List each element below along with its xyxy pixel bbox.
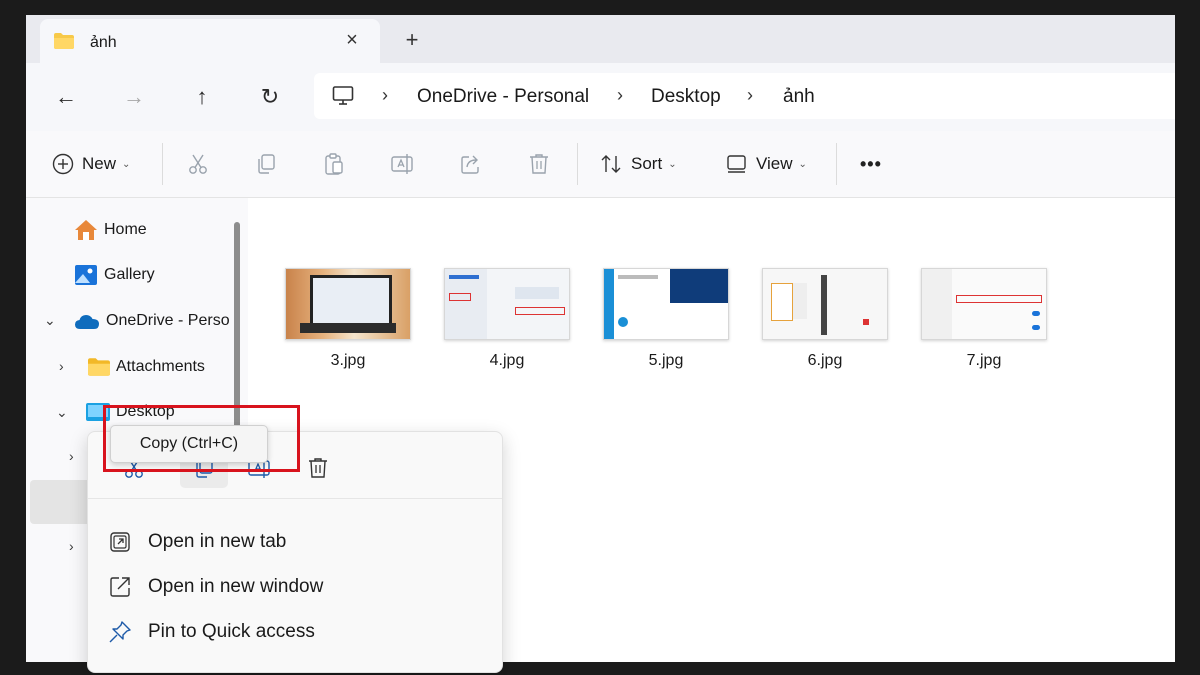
- sidebar-item-onedrive[interactable]: OneDrive - Perso: [74, 306, 230, 336]
- image-thumbnail: [285, 268, 411, 340]
- sidebar-item-attachments[interactable]: Attachments: [88, 352, 205, 382]
- breadcrumb-current-folder[interactable]: ảnh: [783, 86, 815, 108]
- more-options-icon: •••: [860, 153, 882, 174]
- navigation-bar: ← → ↑ ↻ › OneDrive - Personal › Desktop …: [26, 63, 1175, 131]
- more-options-button[interactable]: •••: [860, 151, 882, 177]
- view-label: View: [756, 154, 793, 173]
- sidebar-item-home[interactable]: Home: [74, 215, 147, 245]
- sidebar-item-label: Home: [104, 221, 147, 238]
- scissors-icon: [189, 154, 207, 174]
- sidebar-item-label: OneDrive - Perso: [106, 312, 230, 329]
- menu-item-label: Open in new tab: [148, 531, 287, 552]
- clipboard-icon: [325, 153, 343, 175]
- file-item[interactable]: 7.jpg: [921, 268, 1047, 370]
- menu-item-label: Open in new window: [148, 576, 324, 597]
- this-pc-icon[interactable]: [332, 85, 354, 107]
- tab-anh[interactable]: ảnh ×: [40, 19, 380, 63]
- breadcrumb-desktop[interactable]: Desktop: [651, 86, 721, 108]
- toolbar-divider: [577, 143, 578, 185]
- breadcrumb-separator[interactable]: ›: [617, 85, 623, 106]
- copy-button[interactable]: [254, 151, 278, 177]
- delete-button[interactable]: [527, 151, 551, 177]
- file-item[interactable]: 4.jpg: [444, 268, 570, 370]
- folder-icon: [88, 358, 110, 376]
- image-thumbnail: [603, 268, 729, 340]
- toolbar-divider: [162, 143, 163, 185]
- sidebar-item-label: Gallery: [104, 266, 155, 283]
- chevron-down-icon: ⌄: [668, 158, 677, 170]
- open-new-tab-icon: [110, 532, 130, 552]
- delete-button[interactable]: [294, 448, 342, 488]
- gallery-icon: [75, 265, 97, 285]
- pin-to-quick-access-item[interactable]: Pin to Quick access: [108, 616, 315, 648]
- menu-item-label: Pin to Quick access: [148, 621, 315, 642]
- paste-button[interactable]: [322, 151, 346, 177]
- open-in-new-tab-item[interactable]: Open in new tab: [108, 526, 286, 558]
- file-name: 3.jpg: [330, 352, 366, 369]
- breadcrumb-separator[interactable]: ›: [747, 85, 753, 106]
- share-button[interactable]: [459, 151, 483, 177]
- navigation-pane-scrollbar[interactable]: [234, 222, 240, 432]
- copy-icon: [258, 154, 275, 174]
- expand-chevron-icon[interactable]: ›: [59, 358, 64, 374]
- sidebar-item-label: Attachments: [116, 358, 205, 375]
- toolbar-divider: [836, 143, 837, 185]
- chevron-down-icon: ⌄: [122, 158, 131, 170]
- sidebar-item-gallery[interactable]: Gallery: [74, 260, 155, 290]
- forward-arrow-icon[interactable]: →: [120, 83, 148, 111]
- rename-button[interactable]: [390, 151, 416, 177]
- command-toolbar: New ⌄ Sort ⌄ View ⌄ •••: [26, 131, 1175, 198]
- file-item[interactable]: 3.jpg: [285, 268, 411, 370]
- new-tab-button[interactable]: +: [400, 28, 424, 52]
- new-button[interactable]: New ⌄: [52, 151, 130, 177]
- file-name: 5.jpg: [648, 352, 684, 369]
- file-name: 7.jpg: [966, 352, 1002, 369]
- open-in-new-window-item[interactable]: Open in new window: [108, 571, 323, 603]
- expand-chevron-icon[interactable]: ›: [69, 538, 74, 554]
- trash-icon: [309, 458, 327, 478]
- open-new-window-icon: [110, 577, 130, 597]
- image-thumbnail: [762, 268, 888, 340]
- plus-circle-icon: [52, 153, 74, 175]
- file-item[interactable]: 6.jpg: [762, 268, 888, 370]
- collapse-chevron-icon[interactable]: ⌄: [56, 404, 68, 421]
- onedrive-cloud-icon: [75, 315, 99, 329]
- view-icon: [727, 155, 746, 173]
- chevron-down-icon: ⌄: [798, 158, 807, 170]
- trash-icon: [530, 154, 548, 174]
- red-highlight-box: [103, 405, 300, 472]
- pin-icon: [109, 621, 131, 643]
- rename-icon: [391, 154, 413, 174]
- sort-button[interactable]: Sort ⌄: [599, 151, 677, 177]
- tab-title: ảnh: [90, 34, 117, 51]
- tab-bar: ảnh × +: [26, 15, 1175, 63]
- close-tab-icon[interactable]: ×: [340, 28, 364, 52]
- image-thumbnail: [444, 268, 570, 340]
- up-arrow-icon[interactable]: ↑: [188, 83, 216, 111]
- cut-button[interactable]: [186, 151, 210, 177]
- address-bar[interactable]: › OneDrive - Personal › Desktop › ảnh: [314, 73, 1175, 119]
- view-button[interactable]: View ⌄: [726, 151, 807, 177]
- folder-icon: [54, 33, 74, 49]
- breadcrumb-onedrive[interactable]: OneDrive - Personal: [417, 86, 589, 108]
- breadcrumb-separator[interactable]: ›: [382, 85, 388, 106]
- collapse-chevron-icon[interactable]: ⌄: [44, 312, 56, 329]
- sort-icon: [601, 155, 621, 173]
- file-name: 4.jpg: [489, 352, 525, 369]
- back-arrow-icon[interactable]: ←: [52, 83, 80, 111]
- expand-chevron-icon[interactable]: ›: [69, 448, 74, 464]
- file-item[interactable]: 5.jpg: [603, 268, 729, 370]
- refresh-icon[interactable]: ↻: [256, 83, 284, 111]
- new-label: New: [82, 154, 117, 173]
- sort-label: Sort: [631, 154, 663, 173]
- share-icon: [461, 155, 479, 174]
- file-name: 6.jpg: [807, 352, 843, 369]
- home-icon: [75, 220, 97, 240]
- image-thumbnail: [921, 268, 1047, 340]
